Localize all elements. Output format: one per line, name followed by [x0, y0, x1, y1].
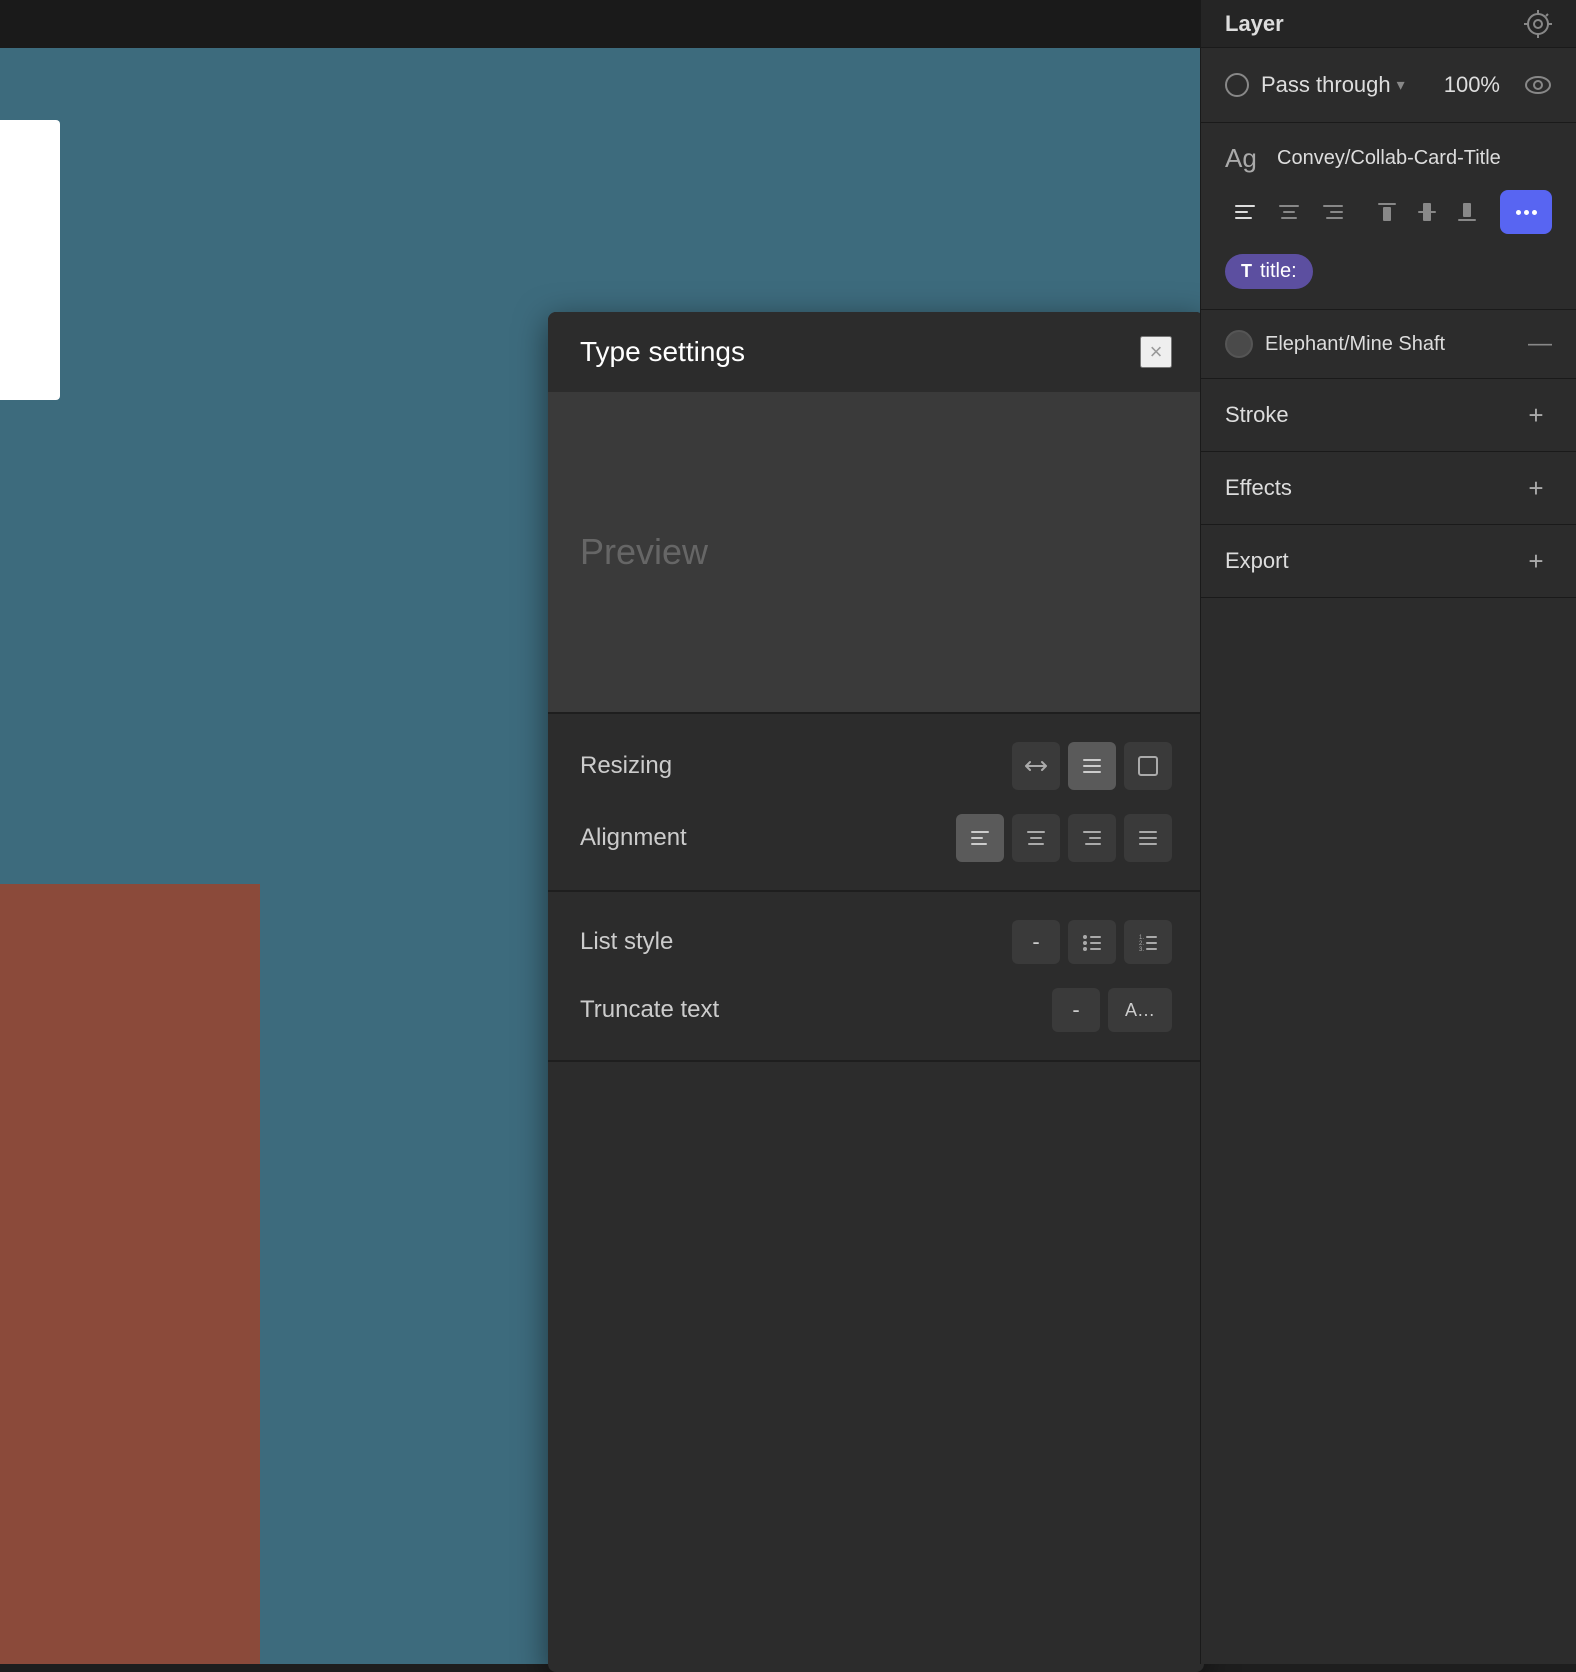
fill-section: Elephant/Mine Shaft — — [1201, 310, 1576, 379]
list-none-btn[interactable]: - — [1012, 920, 1060, 964]
text-tag-label: title: — [1260, 260, 1297, 283]
target-icon[interactable] — [1524, 10, 1552, 38]
text-tag-icon: T — [1241, 261, 1252, 282]
effects-section[interactable]: Effects + — [1201, 452, 1576, 525]
fill-color-swatch[interactable] — [1225, 330, 1253, 358]
opacity-value[interactable]: 100% — [1444, 72, 1500, 98]
text-align-row — [1225, 190, 1552, 234]
close-button[interactable]: × — [1140, 336, 1172, 368]
export-add-btn[interactable]: + — [1520, 545, 1552, 577]
stroke-label: Stroke — [1225, 402, 1289, 428]
text-tag[interactable]: T title: — [1225, 254, 1313, 289]
text-style-section: Ag Convey/Collab-Card-Title — [1201, 123, 1576, 310]
canvas-white-card — [0, 120, 60, 400]
truncate-none-btn[interactable]: - — [1052, 988, 1100, 1032]
resize-auto-height-btn[interactable] — [1068, 742, 1116, 790]
text-style-name-row: Ag Convey/Collab-Card-Title — [1225, 143, 1552, 174]
align-justify-btn[interactable] — [1124, 814, 1172, 862]
truncate-controls: - A… — [1052, 988, 1172, 1032]
resizing-row: Resizing — [580, 742, 1172, 790]
resizing-controls — [1012, 742, 1172, 790]
layer-title: Layer — [1225, 11, 1284, 37]
list-truncate-section: List style - 1. — [548, 892, 1204, 1062]
resizing-label: Resizing — [580, 752, 672, 780]
visibility-icon[interactable] — [1524, 75, 1552, 95]
blend-mode-text: Pass through — [1261, 72, 1391, 98]
list-style-row: List style - 1. — [580, 920, 1172, 964]
text-valign-bottom-btn[interactable] — [1449, 194, 1485, 230]
stroke-add-btn[interactable]: + — [1520, 399, 1552, 431]
text-tag-container: T title: — [1225, 246, 1552, 289]
panel-header: Type settings × — [548, 312, 1204, 392]
text-valign-top-btn[interactable] — [1369, 194, 1405, 230]
ag-label: Ag — [1225, 143, 1265, 174]
right-panel-header: Layer — [1201, 0, 1576, 48]
blend-opacity-section: Pass through ▾ 100% — [1201, 48, 1576, 123]
fill-row: Elephant/Mine Shaft — — [1225, 330, 1552, 358]
text-align-left-btn[interactable] — [1225, 192, 1265, 232]
export-section[interactable]: Export + — [1201, 525, 1576, 598]
more-options-btn[interactable] — [1500, 190, 1552, 234]
canvas-top-bar — [0, 0, 1200, 48]
canvas-brown-rect — [0, 884, 260, 1664]
alignment-controls — [956, 814, 1172, 862]
svg-text:3.: 3. — [1139, 947, 1144, 951]
type-settings-panel: Type settings × Preview Resizing — [548, 312, 1204, 1672]
stroke-section[interactable]: Stroke + — [1201, 379, 1576, 452]
resize-alignment-section: Resizing — [548, 714, 1204, 892]
list-numbered-btn[interactable]: 1. 2. 3. — [1124, 920, 1172, 964]
blend-mode-row: Pass through ▾ 100% — [1225, 72, 1552, 98]
truncate-row: Truncate text - A… — [580, 988, 1172, 1032]
text-vertical-align-group — [1369, 194, 1485, 230]
effects-label: Effects — [1225, 475, 1292, 501]
chevron-down-icon: ▾ — [1397, 75, 1405, 95]
truncate-ellipsis-btn[interactable]: A… — [1108, 988, 1172, 1032]
text-align-right-btn[interactable] — [1313, 192, 1353, 232]
dot-1 — [1516, 210, 1521, 215]
dot-3 — [1532, 210, 1537, 215]
blend-mode-dropdown[interactable]: Pass through ▾ — [1261, 72, 1432, 98]
style-name: Convey/Collab-Card-Title — [1277, 147, 1501, 170]
align-center-btn[interactable] — [1012, 814, 1060, 862]
panel-title: Type settings — [580, 336, 745, 368]
resize-auto-width-btn[interactable] — [1012, 742, 1060, 790]
list-style-controls: - 1. 2. — [1012, 920, 1172, 964]
fill-name: Elephant/Mine Shaft — [1265, 333, 1516, 356]
list-bullet-btn[interactable] — [1068, 920, 1116, 964]
truncate-label: Truncate text — [580, 996, 719, 1024]
right-panel: Layer Pass through ▾ 100% — [1200, 0, 1576, 1664]
align-right-btn[interactable] — [1068, 814, 1116, 862]
effects-add-btn[interactable]: + — [1520, 472, 1552, 504]
alignment-label: Alignment — [580, 824, 687, 852]
text-valign-middle-btn[interactable] — [1409, 194, 1445, 230]
fill-remove-btn[interactable]: — — [1528, 330, 1552, 358]
blend-mode-icon — [1225, 73, 1249, 97]
resize-fixed-btn[interactable] — [1124, 742, 1172, 790]
alignment-row: Alignment — [580, 814, 1172, 862]
text-horizontal-align-group — [1225, 192, 1353, 232]
list-style-label: List style — [580, 928, 673, 956]
preview-text: Preview — [580, 531, 708, 573]
dot-2 — [1524, 210, 1529, 215]
export-label: Export — [1225, 548, 1289, 574]
align-left-btn[interactable] — [956, 814, 1004, 862]
preview-area: Preview — [548, 392, 1204, 712]
text-align-center-btn[interactable] — [1269, 192, 1309, 232]
